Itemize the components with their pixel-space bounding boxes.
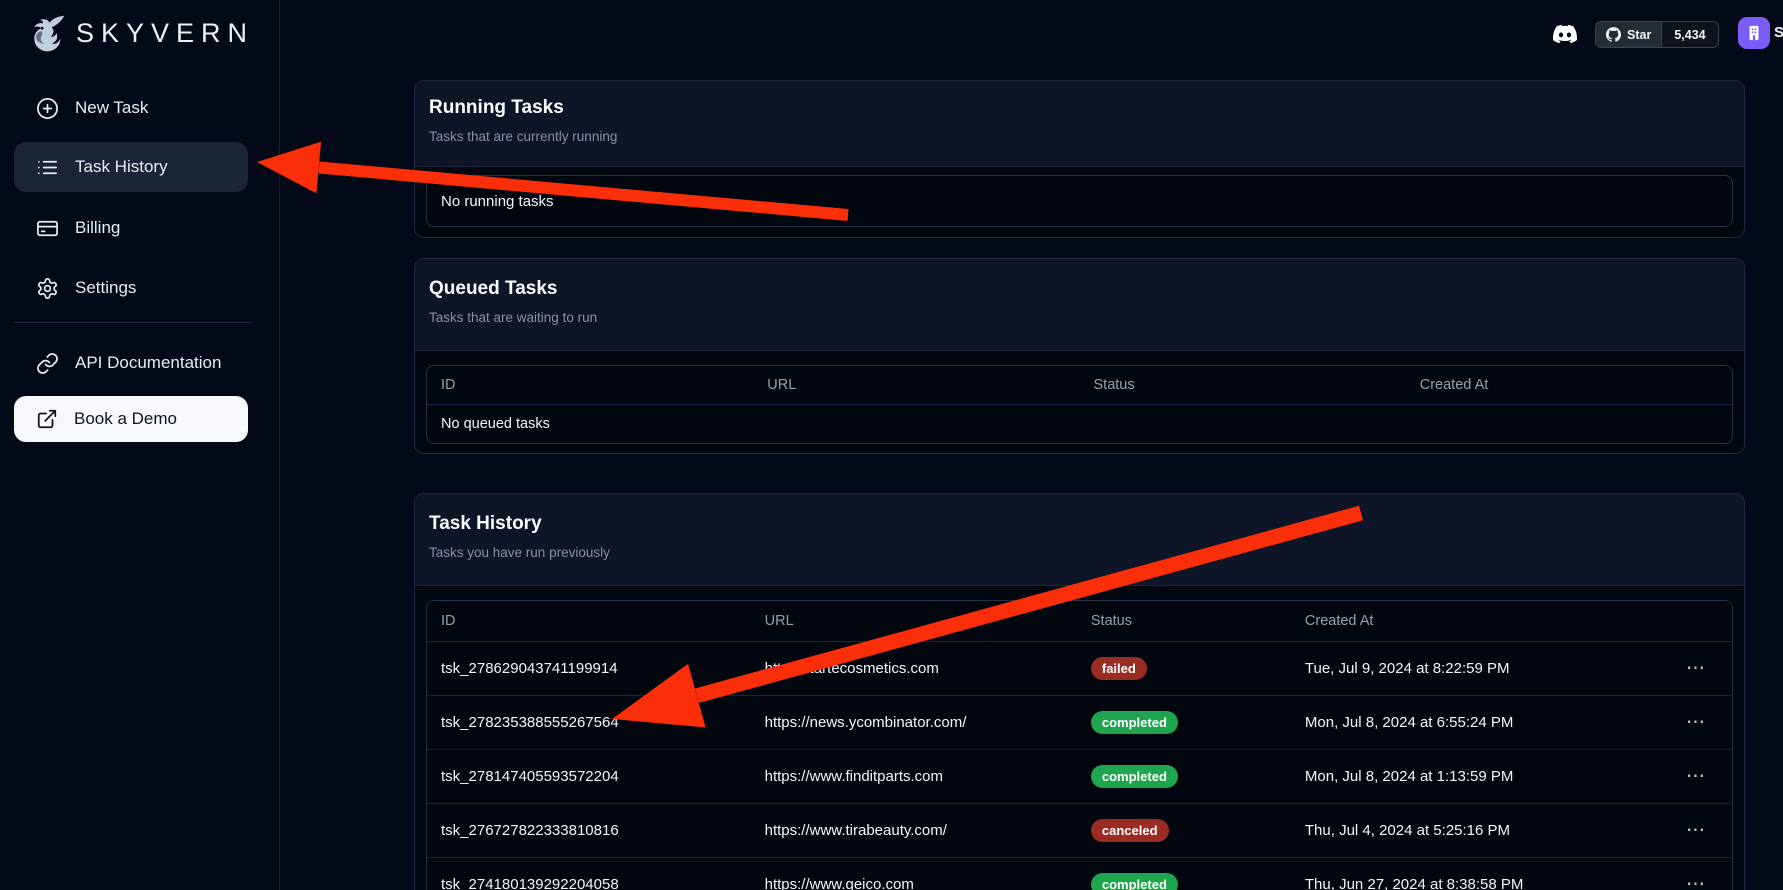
sidebar-item-label: New Task	[75, 98, 148, 118]
task-created-at: Thu, Jul 4, 2024 at 5:25:16 PM	[1291, 822, 1649, 839]
task-created-at: Tue, Jul 9, 2024 at 8:22:59 PM	[1291, 660, 1649, 677]
link-icon	[36, 352, 59, 375]
sidebar: SKYVERN New Task Task History Billing	[0, 0, 280, 890]
credit-card-icon	[36, 217, 59, 240]
task-row[interactable]: tsk_278147405593572204 https://www.findi…	[427, 750, 1732, 804]
task-id: tsk_276727822333810816	[427, 822, 751, 839]
task-created-at: Mon, Jul 8, 2024 at 1:13:59 PM	[1291, 768, 1649, 785]
task-id: tsk_274180139292204058	[427, 876, 751, 890]
empty-state-row: No running tasks	[427, 176, 1732, 226]
sidebar-item-settings[interactable]: Settings	[14, 263, 248, 313]
card-subtitle: Tasks that are waiting to run	[429, 310, 1730, 325]
book-a-demo-label: Book a Demo	[74, 409, 177, 429]
account-name[interactable]: Sk	[1774, 24, 1783, 41]
running-tasks-table: No running tasks	[426, 175, 1733, 227]
task-url: https://www.geico.com	[751, 876, 1077, 890]
book-a-demo-button[interactable]: Book a Demo	[14, 396, 248, 442]
sidebar-item-task-history[interactable]: Task History	[14, 142, 248, 192]
row-actions-button[interactable]: ⋯	[1648, 819, 1732, 842]
task-url: https://tartecosmetics.com	[751, 660, 1077, 677]
queued-tasks-header: Queued Tasks Tasks that are waiting to r…	[415, 259, 1744, 351]
external-link-icon	[36, 408, 58, 430]
sidebar-item-label: Settings	[75, 278, 136, 298]
card-title: Queued Tasks	[429, 278, 1730, 300]
queued-tasks-table: ID URL Status Created At No queued tasks	[426, 365, 1733, 444]
sidebar-item-new-task[interactable]: New Task	[14, 83, 248, 133]
column-header-status: Status	[1080, 377, 1406, 393]
task-id: tsk_278629043741199914	[427, 660, 751, 677]
github-logo-icon	[1606, 27, 1621, 42]
task-history-card: Task History Tasks you have run previous…	[414, 493, 1745, 890]
task-created-at: Thu, Jun 27, 2024 at 8:38:58 PM	[1291, 876, 1649, 890]
github-star-widget[interactable]: Star 5,434	[1595, 21, 1719, 48]
sidebar-item-billing[interactable]: Billing	[14, 203, 248, 253]
app-root: SKYVERN New Task Task History Billing	[0, 0, 1783, 890]
task-id: tsk_278235388555267564	[427, 714, 751, 731]
empty-message: No running tasks	[427, 193, 554, 210]
github-star-label: Star	[1627, 28, 1651, 42]
card-subtitle: Tasks you have run previously	[429, 545, 1730, 560]
sidebar-item-api-documentation[interactable]: API Documentation	[14, 338, 248, 388]
plus-circle-icon	[36, 97, 59, 120]
column-header-id: ID	[427, 377, 753, 393]
sidebar-item-label: Task History	[75, 157, 168, 177]
card-subtitle: Tasks that are currently running	[429, 129, 1730, 144]
column-header-id: ID	[427, 613, 751, 629]
discord-icon	[1550, 22, 1580, 46]
sidebar-divider	[14, 322, 252, 323]
skyvern-dragon-icon	[22, 10, 68, 56]
column-header-created-at: Created At	[1291, 613, 1649, 629]
task-id: tsk_278147405593572204	[427, 768, 751, 785]
status-badge: failed	[1091, 657, 1147, 680]
column-header-url: URL	[751, 613, 1077, 629]
status-badge: completed	[1091, 765, 1178, 788]
task-history-table: ID URL Status Created At tsk_27862904374…	[426, 600, 1733, 890]
row-actions-button[interactable]: ⋯	[1648, 873, 1732, 890]
task-url: https://news.ycombinator.com/	[751, 714, 1077, 731]
task-row[interactable]: tsk_276727822333810816 https://www.tirab…	[427, 804, 1732, 858]
discord-button[interactable]	[1546, 19, 1584, 49]
running-tasks-card: Running Tasks Tasks that are currently r…	[414, 80, 1745, 238]
organization-building-icon	[1745, 24, 1763, 42]
github-star-button[interactable]: Star	[1596, 22, 1661, 47]
empty-state-row: No queued tasks	[427, 405, 1732, 443]
sidebar-item-label: API Documentation	[75, 353, 221, 373]
task-url: https://www.tirabeauty.com/	[751, 822, 1077, 839]
row-actions-button[interactable]: ⋯	[1648, 657, 1732, 680]
column-header-created-at: Created At	[1406, 377, 1732, 393]
task-url: https://www.finditparts.com	[751, 768, 1077, 785]
status-badge: completed	[1091, 711, 1178, 734]
task-row[interactable]: tsk_278629043741199914 https://tartecosm…	[427, 642, 1732, 696]
github-star-count[interactable]: 5,434	[1661, 22, 1717, 47]
account-avatar[interactable]	[1738, 17, 1770, 49]
queued-tasks-card: Queued Tasks Tasks that are waiting to r…	[414, 258, 1745, 454]
list-icon	[36, 156, 59, 179]
status-badge: completed	[1091, 873, 1178, 890]
row-actions-button[interactable]: ⋯	[1648, 711, 1732, 734]
row-actions-button[interactable]: ⋯	[1648, 765, 1732, 788]
task-row[interactable]: tsk_278235388555267564 https://news.ycom…	[427, 696, 1732, 750]
sidebar-item-label: Billing	[75, 218, 120, 238]
column-header-status: Status	[1077, 613, 1291, 629]
skyvern-logo[interactable]: SKYVERN	[22, 10, 254, 56]
task-history-header: Task History Tasks you have run previous…	[415, 494, 1744, 586]
column-header-url: URL	[753, 377, 1079, 393]
empty-message: No queued tasks	[427, 416, 550, 432]
card-title: Task History	[429, 513, 1730, 535]
status-badge: canceled	[1091, 819, 1169, 842]
brand-name: SKYVERN	[76, 18, 254, 49]
card-title: Running Tasks	[429, 97, 1730, 119]
gear-icon	[36, 277, 59, 300]
task-row[interactable]: tsk_274180139292204058 https://www.geico…	[427, 858, 1732, 890]
table-header-row: ID URL Status Created At	[427, 366, 1732, 405]
table-header-row: ID URL Status Created At	[427, 601, 1732, 642]
running-tasks-header: Running Tasks Tasks that are currently r…	[415, 81, 1744, 167]
task-created-at: Mon, Jul 8, 2024 at 6:55:24 PM	[1291, 714, 1649, 731]
